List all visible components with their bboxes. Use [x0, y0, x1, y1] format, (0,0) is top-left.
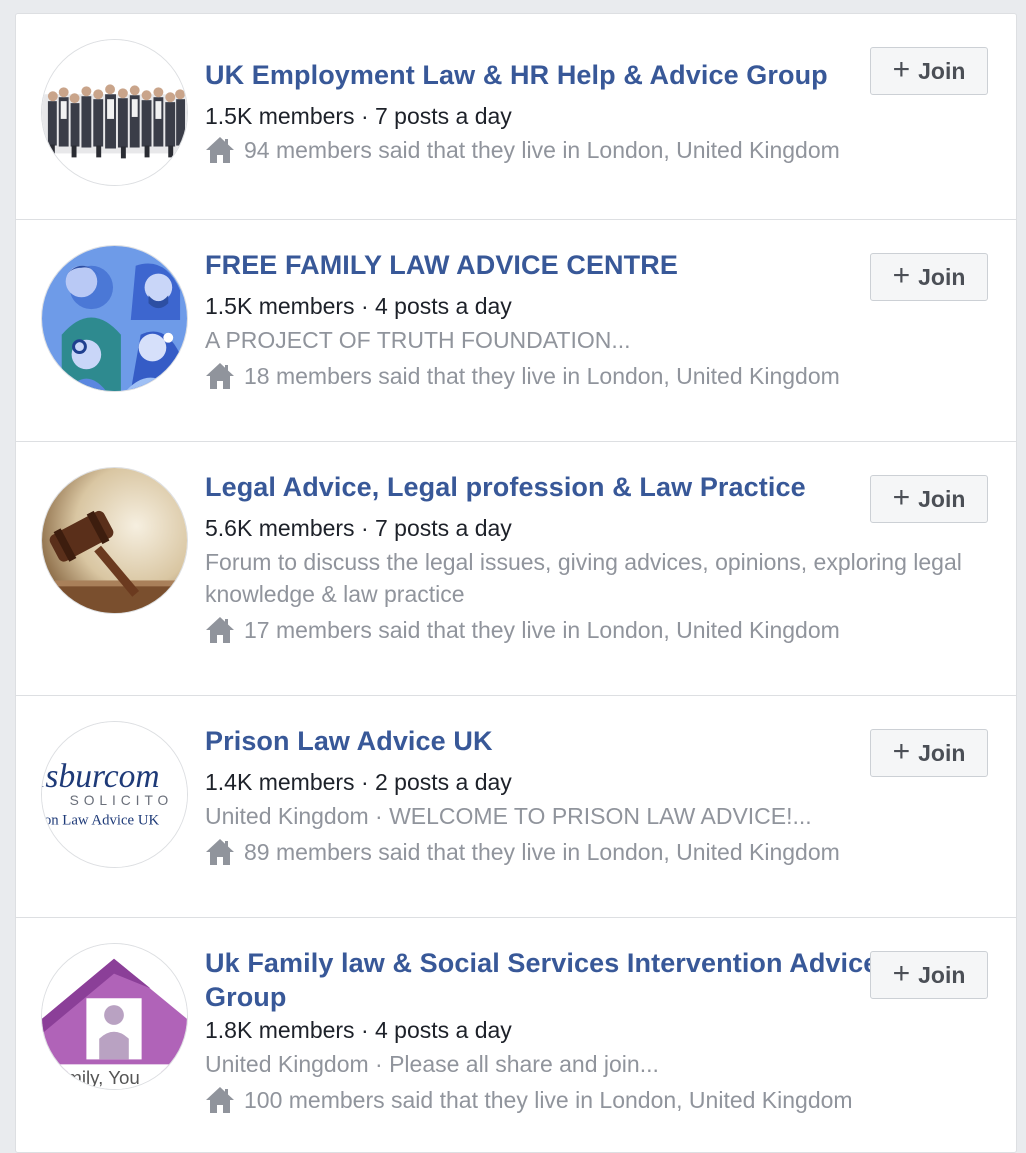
- plus-icon: +: [892, 52, 911, 86]
- group-avatar[interactable]: amily, You: [41, 943, 188, 1090]
- home-icon: [206, 839, 234, 865]
- plus-icon: +: [892, 480, 911, 514]
- group-location: 18 members said that they live in London…: [205, 360, 896, 392]
- group-location-text: 17 members said that they live in London…: [244, 617, 840, 643]
- home-icon: [206, 363, 234, 389]
- home-icon: [206, 617, 234, 643]
- group-description: A PROJECT OF TRUTH FOUNDATION...: [205, 327, 631, 353]
- group-name-link[interactable]: FREE FAMILY LAW ADVICE CENTRE: [205, 248, 896, 282]
- join-button[interactable]: + Join: [870, 951, 988, 999]
- group-avatar[interactable]: lsburcom SOLICITO son Law Advice UK: [41, 721, 188, 868]
- group-photo-crowd: [42, 40, 187, 185]
- group-info: Uk Family law & Social Services Interven…: [205, 946, 896, 1116]
- group-row: amily, You Uk Family law & Social Servic…: [16, 918, 1016, 1152]
- plus-icon: +: [892, 734, 911, 768]
- group-avatar[interactable]: [41, 467, 188, 614]
- home-icon: [206, 1087, 234, 1113]
- group-results-panel: UK Employment Law & HR Help & Advice Gro…: [15, 13, 1017, 1153]
- group-location: 17 members said that they live in London…: [205, 614, 896, 646]
- group-row: UK Employment Law & HR Help & Advice Gro…: [16, 14, 1016, 220]
- group-location-text: 100 members said that they live in Londo…: [244, 1087, 853, 1113]
- join-label: Join: [918, 961, 966, 988]
- group-info: FREE FAMILY LAW ADVICE CENTRE 1.5K membe…: [205, 248, 896, 392]
- group-name-link[interactable]: Legal Advice, Legal profession & Law Pra…: [205, 470, 896, 504]
- group-stats: 1.5K members · 4 posts a day: [205, 293, 512, 319]
- group-location-text: 89 members said that they live in London…: [244, 839, 840, 865]
- group-location: 89 members said that they live in London…: [205, 836, 896, 868]
- group-location: 100 members said that they live in Londo…: [205, 1084, 896, 1116]
- group-avatar[interactable]: [41, 245, 188, 392]
- join-label: Join: [918, 57, 966, 84]
- group-stats: 1.8K members · 4 posts a day: [205, 1017, 512, 1043]
- join-label: Join: [918, 263, 966, 290]
- group-description: Forum to discuss the legal issues, givin…: [205, 549, 962, 607]
- plus-icon: +: [892, 956, 911, 990]
- group-location-text: 18 members said that they live in London…: [244, 363, 840, 389]
- avatar-logo-caption: son Law Advice UK: [42, 813, 159, 829]
- group-row: FREE FAMILY LAW ADVICE CENTRE 1.5K membe…: [16, 220, 1016, 442]
- group-name-link[interactable]: Uk Family law & Social Services Interven…: [205, 946, 896, 1014]
- group-avatar[interactable]: [41, 39, 188, 186]
- join-button[interactable]: + Join: [870, 253, 988, 301]
- group-location-text: 94 members said that they live in London…: [244, 137, 840, 163]
- group-info: UK Employment Law & HR Help & Advice Gro…: [205, 58, 896, 166]
- group-stats: 1.4K members · 2 posts a day: [205, 769, 512, 795]
- join-button[interactable]: + Join: [870, 475, 988, 523]
- group-illustration-people: [42, 246, 187, 391]
- group-row: lsburcom SOLICITO son Law Advice UK Pris…: [16, 696, 1016, 918]
- group-location: 94 members said that they live in London…: [205, 134, 896, 166]
- plus-icon: +: [892, 258, 911, 292]
- group-row: Legal Advice, Legal profession & Law Pra…: [16, 442, 1016, 696]
- avatar-logo-subtext: SOLICITO: [70, 793, 174, 808]
- group-description: United Kingdom · Please all share and jo…: [205, 1051, 659, 1077]
- join-button[interactable]: + Join: [870, 47, 988, 95]
- avatar-logo-text: lsburcom: [42, 758, 160, 795]
- join-label: Join: [918, 739, 966, 766]
- group-stats: 5.6K members · 7 posts a day: [205, 515, 512, 541]
- group-logo-solicitors: lsburcom SOLICITO son Law Advice UK: [42, 722, 187, 867]
- group-description: United Kingdom · WELCOME TO PRISON LAW A…: [205, 803, 812, 829]
- group-photo-gavel: [42, 468, 187, 613]
- group-logo-family-house: amily, You: [42, 944, 187, 1089]
- join-label: Join: [918, 485, 966, 512]
- group-info: Prison Law Advice UK 1.4K members · 2 po…: [205, 724, 896, 868]
- group-name-link[interactable]: UK Employment Law & HR Help & Advice Gro…: [205, 58, 896, 92]
- group-name-link[interactable]: Prison Law Advice UK: [205, 724, 896, 758]
- join-button[interactable]: + Join: [870, 729, 988, 777]
- avatar-logo-caption: amily, You: [56, 1067, 140, 1088]
- group-stats: 1.5K members · 7 posts a day: [205, 103, 512, 129]
- group-info: Legal Advice, Legal profession & Law Pra…: [205, 470, 962, 646]
- home-icon: [206, 137, 234, 163]
